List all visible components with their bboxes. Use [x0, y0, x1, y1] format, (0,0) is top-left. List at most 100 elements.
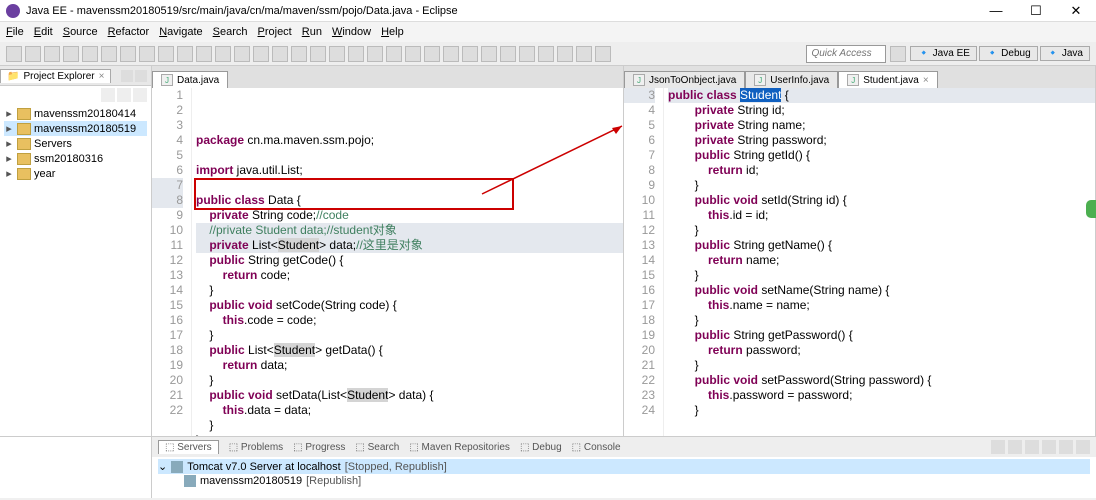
toolbar-icon[interactable] [139, 46, 155, 62]
code-line[interactable]: this.data = data; [196, 403, 623, 418]
code-line[interactable]: public String getPassword() { [668, 328, 1095, 343]
project-item[interactable]: ▸mavenssm20180519 [4, 121, 147, 136]
code-line[interactable]: return data; [196, 358, 623, 373]
toolbar-icon[interactable] [25, 46, 41, 62]
close-icon[interactable]: × [923, 75, 929, 86]
code-line[interactable]: } [668, 268, 1095, 283]
toolbar-icon[interactable] [158, 46, 174, 62]
toolbar-icon[interactable] [481, 46, 497, 62]
toolbar-icon[interactable] [519, 46, 535, 62]
toolbar-icon[interactable] [120, 46, 136, 62]
toolbar-icon[interactable] [500, 46, 516, 62]
code-line[interactable]: return name; [668, 253, 1095, 268]
code-line[interactable]: } [196, 328, 623, 343]
view-toolbar-icon[interactable] [991, 440, 1005, 454]
toolbar-icon[interactable] [310, 46, 326, 62]
project-item[interactable]: ▸ssm20180316 [4, 151, 147, 166]
toolbar-icon[interactable] [329, 46, 345, 62]
code-lines[interactable]: package cn.ma.maven.ssm.pojo; import jav… [192, 88, 623, 436]
bottom-tab-problems[interactable]: ⬚ Problems [229, 442, 283, 453]
tab-data-java[interactable]: J Data.java [152, 71, 228, 88]
code-line[interactable]: } [668, 403, 1095, 418]
project-item[interactable]: ▸mavenssm20180414 [4, 106, 147, 121]
twisty-icon[interactable]: ▸ [4, 167, 14, 180]
code-area-right[interactable]: 3456789101112131415161718192021222324 pu… [624, 88, 1095, 436]
code-line[interactable]: } [196, 373, 623, 388]
close-button[interactable]: ✕ [1062, 3, 1090, 19]
tab-student-java[interactable]: JStudent.java× [838, 71, 937, 88]
server-item[interactable]: ⌄ Tomcat v7.0 Server at localhost [Stopp… [158, 459, 1090, 474]
toolbar-icon[interactable] [82, 46, 98, 62]
toolbar-icon[interactable] [557, 46, 573, 62]
perspective-java-ee[interactable]: 🔹 Java EE [910, 46, 976, 61]
menu-source[interactable]: Source [63, 26, 98, 38]
toolbar-icon[interactable] [253, 46, 269, 62]
code-line[interactable]: } [668, 313, 1095, 328]
code-line[interactable]: this.name = name; [668, 298, 1095, 313]
view-menu-icon[interactable] [133, 88, 147, 102]
tab-userinfo-java[interactable]: JUserInfo.java [745, 71, 838, 88]
twisty-icon[interactable]: ▸ [4, 107, 14, 120]
twisty-icon[interactable]: ▸ [4, 137, 14, 150]
code-line[interactable]: public String getId() { [668, 148, 1095, 163]
code-line[interactable]: //private Student data;//student对象 [196, 223, 623, 238]
toolbar-icon[interactable] [462, 46, 478, 62]
collapse-all-icon[interactable] [117, 88, 131, 102]
bottom-tab-servers[interactable]: ⬚ Servers [158, 440, 219, 454]
toolbar-icon[interactable] [215, 46, 231, 62]
code-line[interactable]: public void setName(String name) { [668, 283, 1095, 298]
menu-help[interactable]: Help [381, 26, 404, 38]
bottom-tab-progress[interactable]: ⬚ Progress [293, 442, 345, 453]
project-explorer-tab[interactable]: 📁 Project Explorer × [0, 69, 111, 83]
code-line[interactable]: return code; [196, 268, 623, 283]
toolbar-icon[interactable] [272, 46, 288, 62]
twisty-icon[interactable]: ▸ [4, 122, 14, 135]
code-line[interactable]: private String id; [668, 103, 1095, 118]
code-line[interactable]: public void setData(List<Student> data) … [196, 388, 623, 403]
twisty-icon[interactable]: ⌄ [158, 460, 167, 473]
toolbar-icon[interactable] [386, 46, 402, 62]
bottom-tab-search[interactable]: ⬚ Search [355, 442, 399, 453]
code-line[interactable] [196, 148, 623, 163]
toolbar-icon[interactable] [443, 46, 459, 62]
view-toolbar-icon[interactable] [1025, 440, 1039, 454]
code-line[interactable]: public void setId(String id) { [668, 193, 1095, 208]
bottom-tab-maven-repositories[interactable]: ⬚ Maven Repositories [409, 442, 510, 453]
toolbar-icon[interactable] [44, 46, 60, 62]
menu-refactor[interactable]: Refactor [108, 26, 150, 38]
code-line[interactable]: public class Student { [668, 88, 1095, 103]
project-item[interactable]: ▸year [4, 166, 147, 181]
toolbar-icon[interactable] [405, 46, 421, 62]
menu-window[interactable]: Window [332, 26, 371, 38]
perspective-debug[interactable]: 🔹 Debug [979, 46, 1038, 61]
code-line[interactable]: public void setCode(String code) { [196, 298, 623, 313]
code-line[interactable]: } [668, 223, 1095, 238]
code-lines[interactable]: public class Student { private String id… [664, 88, 1095, 436]
menu-navigate[interactable]: Navigate [159, 26, 202, 38]
minimize-icon[interactable] [121, 70, 133, 82]
code-line[interactable]: this.id = id; [668, 208, 1095, 223]
code-line[interactable]: package cn.ma.maven.ssm.pojo; [196, 133, 623, 148]
code-line[interactable]: public void setPassword(String password)… [668, 373, 1095, 388]
maximize-icon[interactable] [135, 70, 147, 82]
code-line[interactable]: private String password; [668, 133, 1095, 148]
code-area-left[interactable]: 12345678910111213141516171819202122 pack… [152, 88, 623, 436]
twisty-icon[interactable]: ▸ [4, 152, 14, 165]
close-icon[interactable]: × [99, 71, 105, 82]
code-line[interactable]: import java.util.List; [196, 163, 623, 178]
maximize-button[interactable]: ☐ [1022, 3, 1050, 19]
code-line[interactable]: private List<Student> data;//这里是对象 [196, 238, 623, 253]
link-editor-icon[interactable] [101, 88, 115, 102]
code-line[interactable]: return password; [668, 343, 1095, 358]
toolbar-icon[interactable] [595, 46, 611, 62]
bottom-tab-debug[interactable]: ⬚ Debug [520, 442, 562, 453]
code-line[interactable]: } [196, 283, 623, 298]
toolbar-icon[interactable] [424, 46, 440, 62]
code-line[interactable]: } [196, 433, 623, 436]
project-item[interactable]: ▸Servers [4, 136, 147, 151]
minimize-button[interactable]: — [982, 3, 1010, 19]
menu-edit[interactable]: Edit [34, 26, 53, 38]
server-module[interactable]: mavenssm20180519 [Republish] [158, 474, 1090, 488]
perspective-java[interactable]: 🔹 Java [1040, 46, 1090, 61]
view-toolbar-icon[interactable] [1076, 440, 1090, 454]
